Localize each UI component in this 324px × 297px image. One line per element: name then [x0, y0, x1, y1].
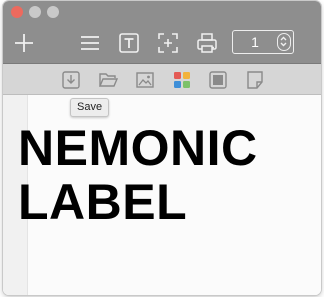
copies-value[interactable]: 1	[233, 34, 277, 50]
zoom-window-button[interactable]	[47, 6, 59, 18]
up-down-arrows-icon	[280, 36, 287, 47]
secondary-toolbar	[3, 63, 321, 95]
stepper-arrows[interactable]	[277, 33, 291, 51]
copies-stepper[interactable]: 1	[232, 30, 294, 54]
label-line-2: LABEL	[18, 174, 188, 230]
text-box-button[interactable]	[115, 29, 143, 57]
frame-button[interactable]	[207, 69, 229, 91]
insert-image-button[interactable]	[134, 69, 156, 91]
add-button[interactable]	[10, 29, 38, 57]
print-button[interactable]	[193, 29, 221, 57]
minimize-window-button[interactable]	[29, 6, 41, 18]
add-icon	[15, 34, 33, 52]
open-folder-icon	[98, 73, 119, 87]
image-icon	[136, 72, 154, 88]
title-toolbar: 1	[3, 1, 321, 63]
save-button[interactable]	[60, 69, 82, 91]
list-button[interactable]	[76, 29, 104, 57]
close-window-button[interactable]	[11, 6, 23, 18]
frame-icon	[209, 71, 227, 89]
crop-button[interactable]	[154, 29, 182, 57]
text-box-icon	[119, 33, 139, 53]
label-line-1: NEMONIC	[18, 120, 258, 176]
label-text[interactable]: NEMONIC LABEL	[18, 121, 258, 229]
print-icon	[197, 33, 217, 53]
color-palette-icon	[174, 72, 190, 88]
download-icon	[62, 71, 80, 89]
crop-icon	[158, 33, 178, 53]
list-icon	[81, 36, 99, 50]
app-window: 1 NEMONIC LABEL Save	[3, 1, 321, 295]
save-tooltip: Save	[70, 98, 110, 117]
open-button[interactable]	[97, 69, 119, 91]
color-palette-button[interactable]	[171, 69, 193, 91]
blank-page-icon	[247, 71, 263, 89]
label-canvas[interactable]: NEMONIC LABEL	[3, 95, 321, 295]
blank-page-button[interactable]	[244, 69, 266, 91]
